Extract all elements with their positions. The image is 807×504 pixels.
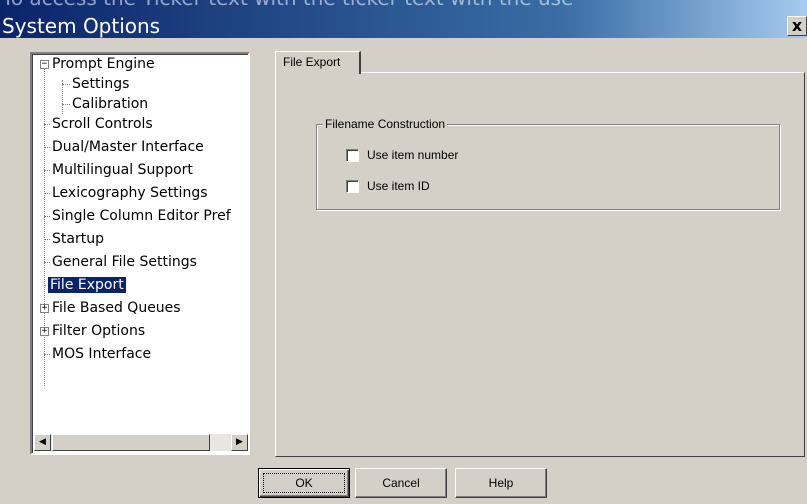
scroll-right-button[interactable]: ▶ bbox=[231, 434, 248, 451]
tree-item-label: Dual/Master Interface bbox=[52, 139, 204, 155]
expand-icon[interactable]: + bbox=[40, 304, 49, 313]
help-button-label: Help bbox=[488, 476, 514, 490]
ok-button[interactable]: OK bbox=[258, 468, 350, 498]
help-button[interactable]: Help bbox=[455, 468, 547, 498]
tree-item-prompt-engine[interactable]: Prompt Engine bbox=[50, 54, 157, 74]
tree-item-calibration[interactable]: Calibration bbox=[70, 94, 150, 114]
group-label: Filename Construction bbox=[323, 117, 448, 131]
window-title: System Options bbox=[2, 14, 161, 38]
tree-item-label: Settings bbox=[72, 76, 130, 92]
arrow-left-icon: ◀ bbox=[39, 437, 46, 447]
tree-item-label: Multilingual Support bbox=[52, 162, 193, 178]
tree-item-lexicography-settings[interactable]: Lexicography Settings bbox=[50, 183, 210, 203]
arrow-right-icon: ▶ bbox=[236, 437, 243, 447]
tree-connector-line bbox=[62, 84, 70, 85]
collapse-icon[interactable]: − bbox=[40, 60, 49, 69]
tree-item-label: File Export bbox=[47, 276, 127, 294]
tree-connector-line bbox=[44, 60, 45, 386]
tab-file-export[interactable]: File Export bbox=[275, 51, 361, 74]
tree-item-general-file-settings[interactable]: General File Settings bbox=[50, 252, 199, 272]
tree-item-label: File Based Queues bbox=[52, 300, 181, 316]
tree-item-label: Prompt Engine bbox=[52, 56, 155, 72]
close-icon: x bbox=[791, 16, 803, 35]
tree-item-scroll-controls[interactable]: Scroll Controls bbox=[50, 114, 155, 134]
tree-item-label: Calibration bbox=[72, 96, 149, 112]
close-button[interactable]: x bbox=[787, 16, 807, 36]
use-item-number-checkbox[interactable] bbox=[346, 149, 359, 162]
tree-horizontal-scrollbar[interactable]: ◀ ▶ bbox=[34, 434, 248, 451]
options-tree[interactable]: Prompt Engine − Settings Calibration Scr… bbox=[30, 52, 250, 455]
use-item-id-checkbox[interactable] bbox=[346, 180, 359, 193]
dialog-body: Prompt Engine − Settings Calibration Scr… bbox=[0, 38, 807, 504]
tree-connector-line bbox=[62, 80, 63, 114]
tree-item-label: Single Column Editor Pref bbox=[52, 208, 231, 224]
filename-construction-group bbox=[316, 124, 780, 210]
expand-icon[interactable]: + bbox=[40, 327, 49, 336]
tree-connector-line bbox=[62, 104, 70, 105]
tree-item-startup[interactable]: Startup bbox=[50, 229, 106, 249]
scroll-thumb[interactable] bbox=[52, 434, 210, 451]
tree-item-mos-interface[interactable]: MOS Interface bbox=[50, 344, 153, 364]
tree-item-file-export[interactable]: File Export bbox=[47, 275, 127, 295]
tree-item-label: Filter Options bbox=[52, 323, 146, 339]
title-bar[interactable]: To access the Ticker text with the ticke… bbox=[0, 0, 807, 38]
tree-item-multilingual-support[interactable]: Multilingual Support bbox=[50, 160, 195, 180]
tree-item-label: Startup bbox=[52, 231, 104, 247]
tree-item-file-based-queues[interactable]: File Based Queues bbox=[50, 298, 183, 318]
checkbox-label: Use item ID bbox=[367, 179, 430, 193]
background-text: To access the Ticker text with the ticke… bbox=[2, 0, 573, 10]
tree-item-label: MOS Interface bbox=[52, 346, 152, 362]
tree-item-label: General File Settings bbox=[52, 254, 197, 270]
ok-button-label: OK bbox=[295, 476, 313, 490]
cancel-button[interactable]: Cancel bbox=[355, 468, 447, 498]
cancel-button-label: Cancel bbox=[382, 476, 420, 490]
scroll-left-button[interactable]: ◀ bbox=[34, 434, 51, 451]
tree-item-filter-options[interactable]: Filter Options bbox=[50, 321, 147, 341]
tree-item-settings[interactable]: Settings bbox=[70, 74, 131, 94]
checkbox-label: Use item number bbox=[367, 148, 459, 162]
tree-item-label: Scroll Controls bbox=[52, 116, 153, 132]
tree-item-label: Lexicography Settings bbox=[52, 185, 208, 201]
tree-item-single-column-editor-pref[interactable]: Single Column Editor Pref bbox=[50, 206, 233, 226]
tree-item-dual-master-interface[interactable]: Dual/Master Interface bbox=[50, 137, 206, 157]
